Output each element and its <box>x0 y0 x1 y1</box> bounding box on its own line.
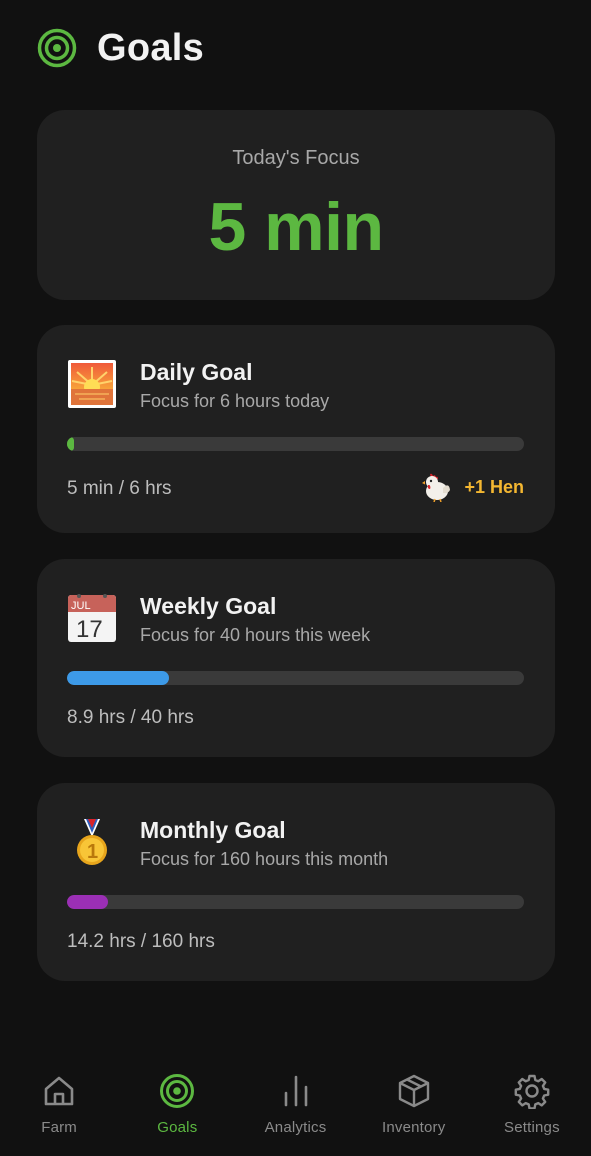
monthly-goal-card[interactable]: 1 Monthly Goal Focus for 160 hours this … <box>37 783 555 981</box>
box-icon <box>398 1074 429 1108</box>
goal-title: Monthly Goal <box>140 817 286 843</box>
tab-farm[interactable]: Farm <box>0 1060 118 1156</box>
tab-settings[interactable]: Settings <box>473 1060 591 1156</box>
svg-text:1: 1 <box>87 841 98 863</box>
goal-title: Weekly Goal <box>140 593 277 619</box>
progress-fill <box>67 895 108 909</box>
target-icon <box>37 28 77 68</box>
focus-value: 5 min <box>208 189 384 265</box>
tab-label: Inventory <box>381 1119 446 1136</box>
medal-icon: 1 <box>77 819 107 865</box>
svg-text:17: 17 <box>76 616 103 643</box>
calendar-icon: JUL 17 <box>68 594 116 643</box>
weekly-goal-card[interactable]: JUL 17 Weekly Goal Focus for 40 hours th… <box>37 559 555 757</box>
tab-analytics[interactable]: Analytics <box>236 1060 354 1156</box>
bar-chart-icon <box>284 1075 307 1107</box>
progress-text: 8.9 hrs / 40 hrs <box>67 707 194 728</box>
page-title: Goals <box>97 26 205 69</box>
goal-subtitle: Focus for 160 hours this month <box>140 849 389 869</box>
reward-badge: +1 Hen <box>421 472 524 502</box>
svg-text:JUL: JUL <box>71 600 91 612</box>
focus-label: Today's Focus <box>232 147 360 169</box>
progress-bar <box>67 671 524 685</box>
goal-subtitle: Focus for 40 hours this week <box>140 625 371 645</box>
goal-subtitle: Focus for 6 hours today <box>140 391 330 411</box>
tab-inventory[interactable]: Inventory <box>355 1060 473 1156</box>
todays-focus-card: Today's Focus 5 min <box>37 110 555 300</box>
progress-text: 5 min / 6 hrs <box>67 478 172 499</box>
progress-fill <box>67 437 74 451</box>
tab-label: Settings <box>504 1119 560 1136</box>
tab-goals[interactable]: Goals <box>118 1060 236 1156</box>
reward-label: +1 Hen <box>464 476 524 497</box>
tab-label: Analytics <box>264 1119 327 1136</box>
progress-bar <box>67 895 524 909</box>
sunrise-icon <box>68 360 116 408</box>
home-icon <box>44 1076 74 1106</box>
tab-label: Farm <box>41 1119 77 1136</box>
progress-text: 14.2 hrs / 160 hrs <box>67 931 215 952</box>
tab-label: Goals <box>157 1119 198 1136</box>
hen-icon <box>422 473 451 502</box>
daily-goal-card[interactable]: Daily Goal Focus for 6 hours today 5 min… <box>37 325 555 533</box>
target-icon <box>160 1074 195 1108</box>
gear-icon <box>514 1074 550 1109</box>
goal-title: Daily Goal <box>140 359 253 385</box>
page-header: Goals <box>37 26 204 70</box>
tab-bar: Farm Goals Analytics Inventory Settings <box>0 1060 591 1156</box>
progress-bar <box>67 437 524 451</box>
progress-fill <box>67 671 169 685</box>
